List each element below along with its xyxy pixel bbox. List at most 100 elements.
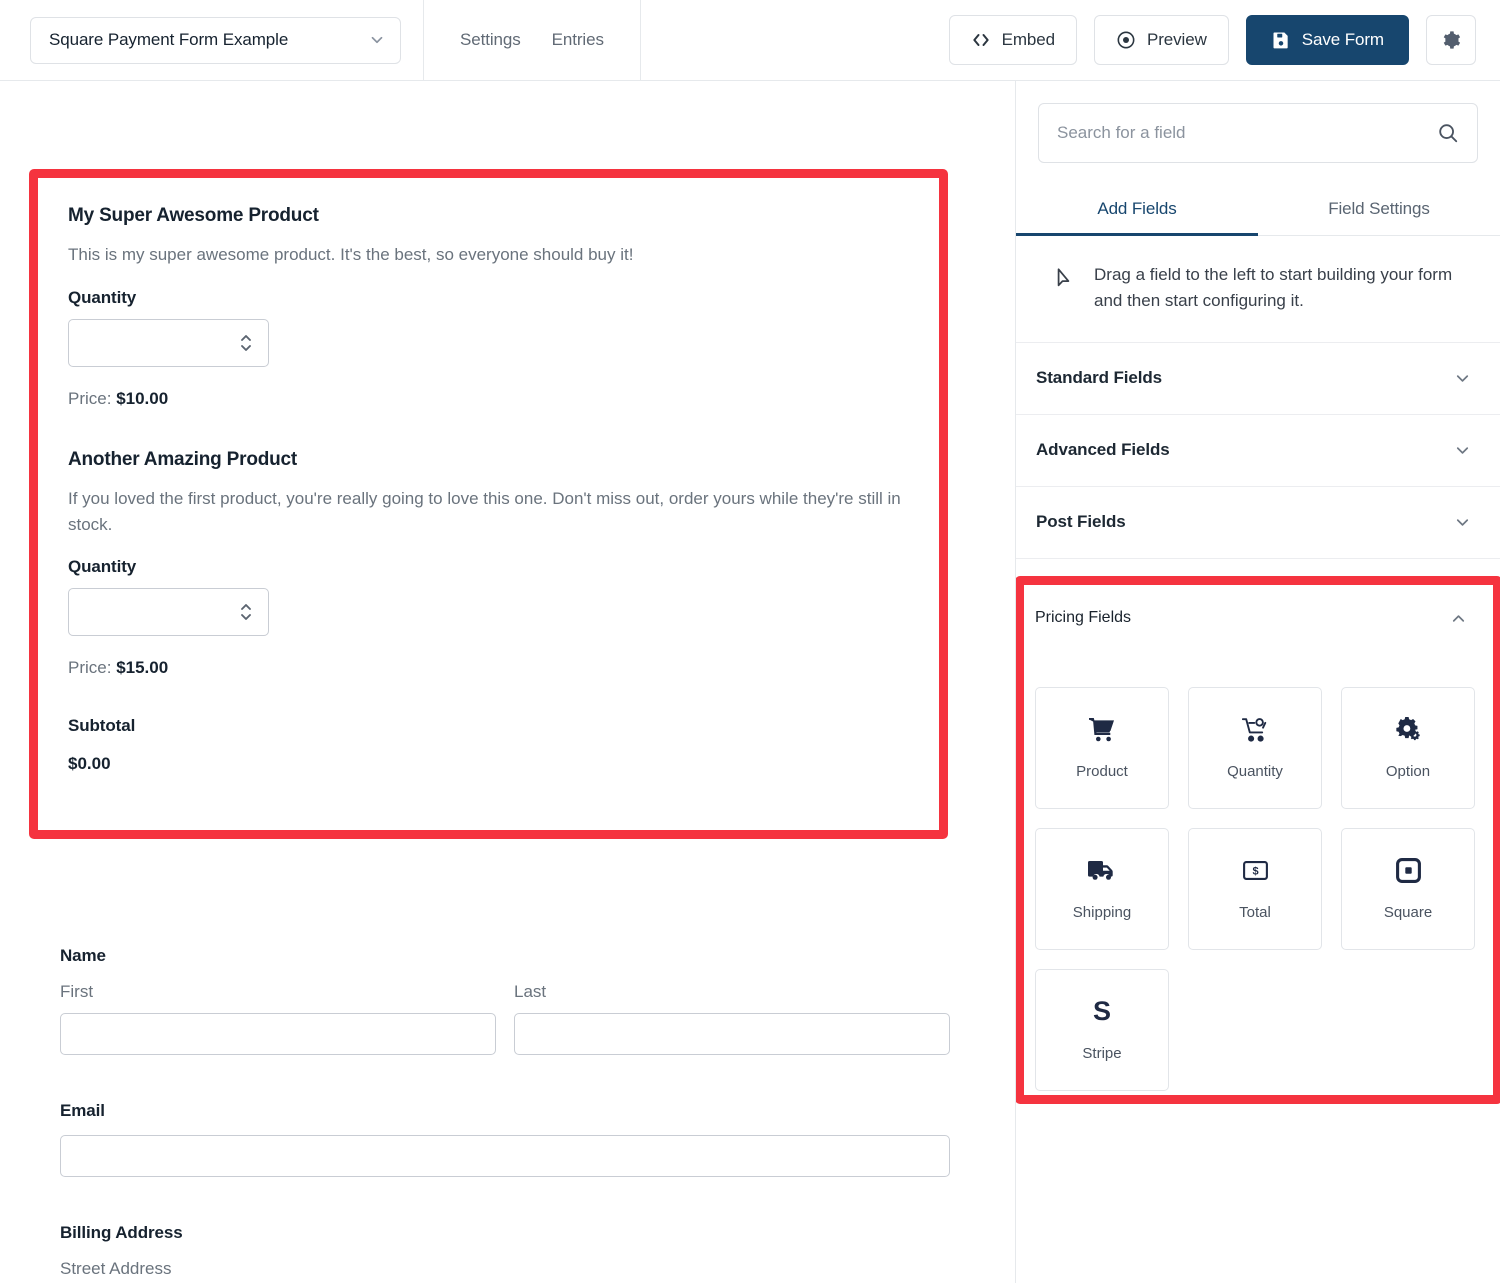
search-input[interactable] xyxy=(1057,123,1437,143)
field-tile-stripe[interactable]: S Stripe xyxy=(1035,969,1169,1091)
sidebar-tabs: Add Fields Field Settings xyxy=(1016,189,1500,236)
top-toolbar: Square Payment Form Example Settings Ent… xyxy=(0,0,1500,81)
field-tile-quantity[interactable]: Quantity xyxy=(1188,687,1322,809)
quantity-label: Quantity xyxy=(68,287,137,307)
truck-icon xyxy=(1088,858,1116,884)
chevron-down-icon xyxy=(1456,518,1469,526)
stripe-logo-icon: S xyxy=(1092,996,1111,1026)
search-field-box[interactable] xyxy=(1038,103,1478,163)
product-field-2[interactable]: Another Amazing Product If you loved the… xyxy=(68,449,909,679)
billing-address-field[interactable]: Billing Address Street Address xyxy=(60,1223,950,1279)
price-amount: $15.00 xyxy=(116,658,169,678)
price-amount: $10.00 xyxy=(116,388,169,408)
code-icon xyxy=(972,34,989,46)
name-row: First Last xyxy=(60,966,950,1055)
field-panel-sidebar: Add Fields Field Settings Drag a field t… xyxy=(1015,81,1500,1283)
search-icon[interactable] xyxy=(1437,122,1459,144)
tab-settings[interactable]: Settings xyxy=(460,30,521,50)
tab-entries[interactable]: Entries xyxy=(552,30,604,50)
spinner-arrows-icon[interactable] xyxy=(239,330,253,356)
form-selector-dropdown[interactable]: Square Payment Form Example xyxy=(30,16,401,64)
preview-button[interactable]: Preview xyxy=(1094,15,1229,65)
product-description: If you loved the first product, you're r… xyxy=(68,488,901,534)
field-tile-label: Stripe xyxy=(1082,1044,1122,1062)
quantity-stepper[interactable] xyxy=(68,318,269,367)
street-address-label: Street Address xyxy=(60,1259,172,1278)
last-name-input[interactable] xyxy=(514,1013,950,1055)
quantity-label: Quantity xyxy=(68,557,137,577)
chevron-down-icon xyxy=(1456,446,1469,454)
search-area xyxy=(1016,81,1500,163)
field-tile-label: Quantity xyxy=(1227,762,1283,780)
square-logo-icon xyxy=(1395,858,1421,884)
shopping-cart-icon xyxy=(1089,717,1115,743)
group-advanced-fields[interactable]: Advanced Fields xyxy=(1016,415,1500,487)
nav-tabs: Settings Entries xyxy=(423,0,641,81)
chevron-up-icon xyxy=(1452,614,1465,622)
save-form-button[interactable]: Save Form xyxy=(1245,15,1409,65)
name-field[interactable]: Name First Last xyxy=(60,946,950,1055)
chevron-down-icon xyxy=(371,36,383,44)
field-tile-label: Total xyxy=(1239,903,1271,921)
field-tile-shipping[interactable]: Shipping xyxy=(1035,828,1169,950)
last-name-label: Last xyxy=(514,982,547,1001)
name-heading: Name xyxy=(60,946,106,965)
email-heading: Email xyxy=(60,1101,105,1120)
field-tile-label: Shipping xyxy=(1072,903,1132,921)
last-name-col: Last xyxy=(514,966,950,1055)
tab-add-fields[interactable]: Add Fields xyxy=(1016,189,1258,236)
embed-button-label: Embed xyxy=(1001,30,1055,49)
subtotal-field[interactable]: Subtotal $0.00 xyxy=(68,716,909,774)
group-label: Standard Fields xyxy=(1036,368,1163,388)
chevron-down-icon xyxy=(1456,374,1469,382)
field-tile-label: Product xyxy=(1076,762,1128,780)
quantity-stepper[interactable] xyxy=(68,588,269,637)
pricing-block-annotation: My Super Awesome Product This is my supe… xyxy=(29,169,948,839)
product-field-1[interactable]: My Super Awesome Product This is my supe… xyxy=(68,205,909,409)
group-post-fields[interactable]: Post Fields xyxy=(1016,487,1500,559)
svg-text:$: $ xyxy=(1252,866,1258,878)
save-disk-icon xyxy=(1273,32,1288,49)
cart-quantity-icon xyxy=(1242,717,1268,743)
preview-button-label: Preview xyxy=(1147,30,1207,49)
field-tile-option[interactable]: Option xyxy=(1341,687,1475,809)
lower-fields: Name First Last Email Billing Address St… xyxy=(60,946,950,1279)
save-form-button-label: Save Form xyxy=(1301,30,1384,49)
form-preview-pane: My Super Awesome Product This is my supe… xyxy=(0,81,1015,1283)
group-label: Advanced Fields xyxy=(1036,440,1170,460)
tab-field-settings[interactable]: Field Settings xyxy=(1258,189,1500,235)
group-label: Pricing Fields xyxy=(1035,609,1132,626)
field-tile-product[interactable]: Product xyxy=(1035,687,1169,809)
pricing-field-tiles: Product Quantity Option Shipping $ Total… xyxy=(1024,651,1493,1091)
gear-icon xyxy=(1443,31,1461,49)
field-tile-total[interactable]: $ Total xyxy=(1188,828,1322,950)
field-tile-label: Square xyxy=(1383,903,1433,921)
field-tile-square[interactable]: Square xyxy=(1341,828,1475,950)
form-settings-button[interactable] xyxy=(1426,15,1476,65)
product-title: Another Amazing Product xyxy=(68,448,298,470)
embed-button[interactable]: Embed xyxy=(948,15,1077,65)
product-price-line: Price: $10.00 xyxy=(68,389,909,409)
spinner-arrows-icon[interactable] xyxy=(239,599,253,625)
money-bill-icon: $ xyxy=(1242,858,1268,884)
subtotal-value: $0.00 xyxy=(68,754,111,774)
email-field[interactable]: Email xyxy=(60,1101,950,1177)
product-description: This is my super awesome product. It's t… xyxy=(68,245,634,264)
form-builder-app: Square Payment Form Example Settings Ent… xyxy=(0,0,1500,1283)
email-input[interactable] xyxy=(60,1135,950,1177)
first-name-input[interactable] xyxy=(60,1013,496,1055)
group-standard-fields[interactable]: Standard Fields xyxy=(1016,343,1500,415)
form-name-label: Square Payment Form Example xyxy=(49,30,289,49)
subtotal-label: Subtotal xyxy=(68,716,136,736)
drag-hint-text: Drag a field to the left to start buildi… xyxy=(1094,265,1453,310)
gears-icon xyxy=(1395,717,1421,743)
group-pricing-fields[interactable]: Pricing Fields xyxy=(1024,585,1493,651)
pricing-fields-annotation: Pricing Fields Product Quantity Option S… xyxy=(1016,576,1500,1104)
cursor-arrow-icon xyxy=(1057,268,1070,287)
first-name-col: First xyxy=(60,966,496,1055)
group-label: Post Fields xyxy=(1036,512,1126,532)
billing-address-heading: Billing Address xyxy=(60,1223,183,1242)
eye-icon xyxy=(1117,31,1135,49)
price-prefix: Price: xyxy=(68,388,117,408)
first-name-label: First xyxy=(60,982,94,1001)
